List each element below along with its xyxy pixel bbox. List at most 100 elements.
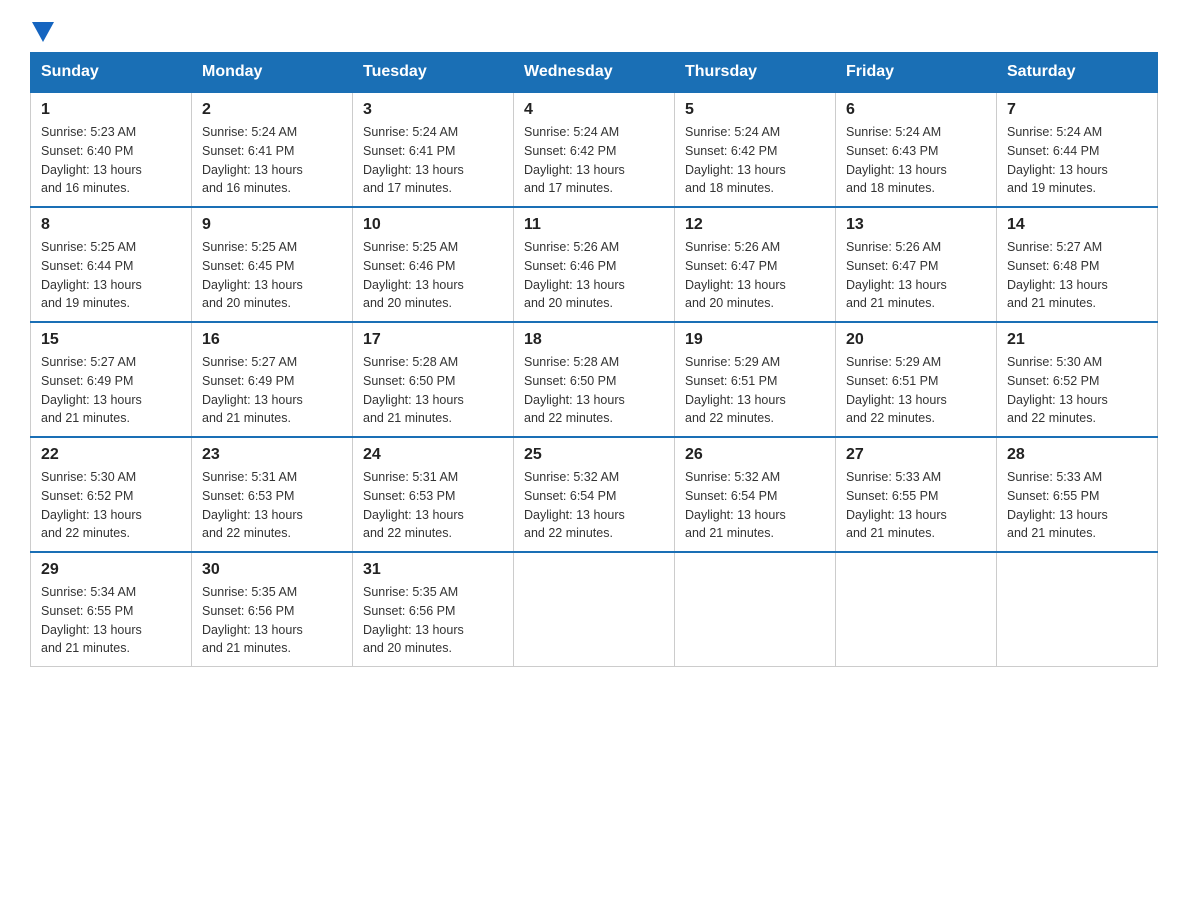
day-number: 20 [846,331,986,349]
page-header [30,20,1158,42]
day-info: Sunrise: 5:32 AMSunset: 6:54 PMDaylight:… [524,470,625,540]
day-info: Sunrise: 5:24 AMSunset: 6:42 PMDaylight:… [524,125,625,195]
day-number: 28 [1007,446,1147,464]
calendar-day-cell: 12 Sunrise: 5:26 AMSunset: 6:47 PMDaylig… [675,207,836,322]
calendar-day-cell: 24 Sunrise: 5:31 AMSunset: 6:53 PMDaylig… [353,437,514,552]
day-info: Sunrise: 5:29 AMSunset: 6:51 PMDaylight:… [846,355,947,425]
day-info: Sunrise: 5:31 AMSunset: 6:53 PMDaylight:… [363,470,464,540]
calendar-day-cell: 11 Sunrise: 5:26 AMSunset: 6:46 PMDaylig… [514,207,675,322]
day-number: 4 [524,101,664,119]
day-info: Sunrise: 5:27 AMSunset: 6:49 PMDaylight:… [41,355,142,425]
day-number: 7 [1007,101,1147,119]
day-number: 3 [363,101,503,119]
day-number: 8 [41,216,181,234]
calendar-day-cell: 31 Sunrise: 5:35 AMSunset: 6:56 PMDaylig… [353,552,514,667]
day-number: 12 [685,216,825,234]
calendar-day-cell: 13 Sunrise: 5:26 AMSunset: 6:47 PMDaylig… [836,207,997,322]
day-info: Sunrise: 5:33 AMSunset: 6:55 PMDaylight:… [846,470,947,540]
calendar-day-cell: 18 Sunrise: 5:28 AMSunset: 6:50 PMDaylig… [514,322,675,437]
day-number: 15 [41,331,181,349]
day-number: 10 [363,216,503,234]
calendar-week-row: 15 Sunrise: 5:27 AMSunset: 6:49 PMDaylig… [31,322,1158,437]
calendar-day-cell: 26 Sunrise: 5:32 AMSunset: 6:54 PMDaylig… [675,437,836,552]
day-info: Sunrise: 5:30 AMSunset: 6:52 PMDaylight:… [1007,355,1108,425]
day-number: 27 [846,446,986,464]
logo [30,20,54,42]
day-info: Sunrise: 5:35 AMSunset: 6:56 PMDaylight:… [363,585,464,655]
weekday-header-thursday: Thursday [675,53,836,93]
day-info: Sunrise: 5:27 AMSunset: 6:48 PMDaylight:… [1007,240,1108,310]
day-number: 6 [846,101,986,119]
calendar-day-cell: 8 Sunrise: 5:25 AMSunset: 6:44 PMDayligh… [31,207,192,322]
calendar-day-cell: 1 Sunrise: 5:23 AMSunset: 6:40 PMDayligh… [31,92,192,207]
day-info: Sunrise: 5:23 AMSunset: 6:40 PMDaylight:… [41,125,142,195]
calendar-day-cell: 5 Sunrise: 5:24 AMSunset: 6:42 PMDayligh… [675,92,836,207]
day-number: 29 [41,561,181,579]
calendar-day-cell: 3 Sunrise: 5:24 AMSunset: 6:41 PMDayligh… [353,92,514,207]
day-info: Sunrise: 5:24 AMSunset: 6:42 PMDaylight:… [685,125,786,195]
calendar-day-cell: 4 Sunrise: 5:24 AMSunset: 6:42 PMDayligh… [514,92,675,207]
day-number: 1 [41,101,181,119]
calendar-day-cell: 6 Sunrise: 5:24 AMSunset: 6:43 PMDayligh… [836,92,997,207]
day-info: Sunrise: 5:30 AMSunset: 6:52 PMDaylight:… [41,470,142,540]
day-info: Sunrise: 5:25 AMSunset: 6:44 PMDaylight:… [41,240,142,310]
calendar-day-cell: 16 Sunrise: 5:27 AMSunset: 6:49 PMDaylig… [192,322,353,437]
calendar-week-row: 1 Sunrise: 5:23 AMSunset: 6:40 PMDayligh… [31,92,1158,207]
day-info: Sunrise: 5:26 AMSunset: 6:47 PMDaylight:… [846,240,947,310]
day-info: Sunrise: 5:35 AMSunset: 6:56 PMDaylight:… [202,585,303,655]
calendar-day-cell: 7 Sunrise: 5:24 AMSunset: 6:44 PMDayligh… [997,92,1158,207]
day-number: 30 [202,561,342,579]
day-number: 22 [41,446,181,464]
day-number: 25 [524,446,664,464]
day-number: 16 [202,331,342,349]
day-info: Sunrise: 5:25 AMSunset: 6:45 PMDaylight:… [202,240,303,310]
day-info: Sunrise: 5:28 AMSunset: 6:50 PMDaylight:… [524,355,625,425]
day-info: Sunrise: 5:31 AMSunset: 6:53 PMDaylight:… [202,470,303,540]
day-number: 14 [1007,216,1147,234]
calendar-day-cell: 10 Sunrise: 5:25 AMSunset: 6:46 PMDaylig… [353,207,514,322]
calendar-day-cell [514,552,675,667]
weekday-header-saturday: Saturday [997,53,1158,93]
day-number: 2 [202,101,342,119]
day-info: Sunrise: 5:32 AMSunset: 6:54 PMDaylight:… [685,470,786,540]
calendar-day-cell: 22 Sunrise: 5:30 AMSunset: 6:52 PMDaylig… [31,437,192,552]
day-info: Sunrise: 5:26 AMSunset: 6:47 PMDaylight:… [685,240,786,310]
weekday-header-sunday: Sunday [31,53,192,93]
day-info: Sunrise: 5:25 AMSunset: 6:46 PMDaylight:… [363,240,464,310]
calendar-day-cell: 14 Sunrise: 5:27 AMSunset: 6:48 PMDaylig… [997,207,1158,322]
day-info: Sunrise: 5:26 AMSunset: 6:46 PMDaylight:… [524,240,625,310]
calendar-day-cell: 27 Sunrise: 5:33 AMSunset: 6:55 PMDaylig… [836,437,997,552]
day-number: 31 [363,561,503,579]
day-number: 19 [685,331,825,349]
day-number: 23 [202,446,342,464]
calendar-day-cell: 17 Sunrise: 5:28 AMSunset: 6:50 PMDaylig… [353,322,514,437]
calendar-day-cell: 29 Sunrise: 5:34 AMSunset: 6:55 PMDaylig… [31,552,192,667]
day-number: 5 [685,101,825,119]
calendar-day-cell [675,552,836,667]
day-info: Sunrise: 5:24 AMSunset: 6:44 PMDaylight:… [1007,125,1108,195]
day-number: 9 [202,216,342,234]
day-info: Sunrise: 5:28 AMSunset: 6:50 PMDaylight:… [363,355,464,425]
calendar-day-cell: 30 Sunrise: 5:35 AMSunset: 6:56 PMDaylig… [192,552,353,667]
calendar-week-row: 29 Sunrise: 5:34 AMSunset: 6:55 PMDaylig… [31,552,1158,667]
day-number: 11 [524,216,664,234]
calendar-day-cell: 20 Sunrise: 5:29 AMSunset: 6:51 PMDaylig… [836,322,997,437]
calendar-day-cell [836,552,997,667]
calendar-day-cell: 21 Sunrise: 5:30 AMSunset: 6:52 PMDaylig… [997,322,1158,437]
day-info: Sunrise: 5:24 AMSunset: 6:41 PMDaylight:… [202,125,303,195]
calendar-table: SundayMondayTuesdayWednesdayThursdayFrid… [30,52,1158,667]
day-number: 17 [363,331,503,349]
weekday-header-tuesday: Tuesday [353,53,514,93]
calendar-day-cell: 28 Sunrise: 5:33 AMSunset: 6:55 PMDaylig… [997,437,1158,552]
calendar-day-cell: 15 Sunrise: 5:27 AMSunset: 6:49 PMDaylig… [31,322,192,437]
day-number: 24 [363,446,503,464]
logo-arrow-icon [32,22,54,42]
calendar-day-cell [997,552,1158,667]
day-info: Sunrise: 5:33 AMSunset: 6:55 PMDaylight:… [1007,470,1108,540]
day-info: Sunrise: 5:29 AMSunset: 6:51 PMDaylight:… [685,355,786,425]
calendar-header-row: SundayMondayTuesdayWednesdayThursdayFrid… [31,53,1158,93]
calendar-day-cell: 19 Sunrise: 5:29 AMSunset: 6:51 PMDaylig… [675,322,836,437]
calendar-day-cell: 25 Sunrise: 5:32 AMSunset: 6:54 PMDaylig… [514,437,675,552]
calendar-week-row: 8 Sunrise: 5:25 AMSunset: 6:44 PMDayligh… [31,207,1158,322]
day-info: Sunrise: 5:24 AMSunset: 6:43 PMDaylight:… [846,125,947,195]
